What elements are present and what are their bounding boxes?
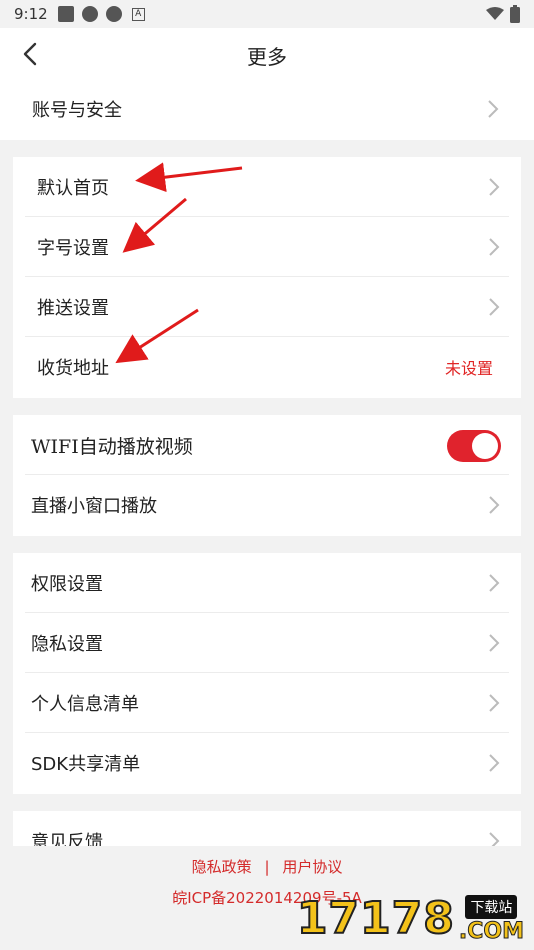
watermark-download-label: 下载站 [465, 895, 518, 919]
sdk-share-list-row[interactable]: SDK共享清单 [13, 733, 521, 793]
page-title: 更多 [247, 45, 287, 69]
pip-label: 直播小窗口播放 [31, 496, 157, 517]
permission-settings-label: 权限设置 [31, 574, 103, 595]
shipping-address-label: 收货地址 [37, 358, 109, 379]
notification-app-icon [81, 6, 98, 22]
shipping-address-row[interactable]: 收货地址 未设置 [13, 337, 521, 397]
chevron-right-icon [489, 496, 500, 514]
watermark-box: 下载站 .COM [458, 895, 525, 945]
font-size-row[interactable]: 字号设置 [13, 217, 521, 277]
footer-links: 隐私政策 | 用户协议 [0, 856, 534, 877]
status-time: 9:12 [14, 5, 48, 23]
top-bar: 更多 [0, 28, 534, 78]
account-security-label: 账号与安全 [32, 100, 122, 121]
pip-row[interactable]: 直播小窗口播放 [13, 475, 521, 535]
chevron-right-icon [489, 178, 500, 196]
personal-info-list-label: 个人信息清单 [31, 694, 139, 715]
watermark-com-label: .COM [458, 919, 524, 945]
default-home-label: 默认首页 [37, 178, 109, 199]
chevron-right-icon [488, 100, 499, 118]
shipping-address-value: 未设置 [444, 359, 493, 378]
chevron-right-icon [489, 574, 500, 592]
watermark-number: 17178 [296, 892, 455, 945]
feedback-row[interactable]: 意见反馈 [13, 811, 521, 851]
privacy-settings-card: 权限设置 隐私设置 个人信息清单 SDK共享清单 [13, 553, 521, 794]
account-security-row[interactable]: 账号与安全 [0, 79, 534, 139]
push-settings-label: 推送设置 [37, 298, 109, 319]
wifi-autoplay-label: WIFI自动播放视频 [31, 435, 193, 458]
notification-square-icon [57, 6, 74, 22]
default-home-row[interactable]: 默认首页 [13, 157, 521, 217]
battery-icon [510, 5, 520, 23]
wifi-icon [486, 7, 504, 20]
chevron-right-icon [489, 634, 500, 652]
privacy-settings-label: 隐私设置 [31, 634, 103, 655]
general-settings-card: 默认首页 字号设置 推送设置 收货地址 未设置 [13, 157, 521, 398]
permission-settings-row[interactable]: 权限设置 [13, 553, 521, 613]
site-watermark: 17178 下载站 .COM [296, 892, 525, 945]
privacy-settings-row[interactable]: 隐私设置 [13, 613, 521, 673]
user-agreement-link[interactable]: 用户协议 [282, 858, 342, 876]
footer-separator: | [264, 858, 270, 876]
font-size-label: 字号设置 [37, 238, 109, 259]
chevron-right-icon [489, 298, 500, 316]
status-right [486, 5, 520, 23]
feedback-card: 意见反馈 [13, 811, 521, 851]
chevron-right-icon [489, 754, 500, 772]
personal-info-list-row[interactable]: 个人信息清单 [13, 673, 521, 733]
notification-app-icon-2 [105, 6, 122, 22]
push-settings-row[interactable]: 推送设置 [13, 277, 521, 337]
video-settings-card: WIFI自动播放视频 直播小窗口播放 [13, 415, 521, 536]
wifi-autoplay-row: WIFI自动播放视频 [13, 415, 521, 475]
wifi-autoplay-toggle[interactable] [447, 430, 501, 462]
status-bar: 9:12 A [0, 0, 534, 28]
sdk-share-list-label: SDK共享清单 [31, 754, 141, 775]
toggle-knob [472, 433, 498, 459]
notification-a-icon: A [131, 7, 145, 21]
privacy-policy-link[interactable]: 隐私政策 [192, 858, 252, 876]
account-security-card: 账号与安全 [0, 78, 534, 140]
chevron-right-icon [489, 238, 500, 256]
chevron-right-icon [489, 694, 500, 712]
